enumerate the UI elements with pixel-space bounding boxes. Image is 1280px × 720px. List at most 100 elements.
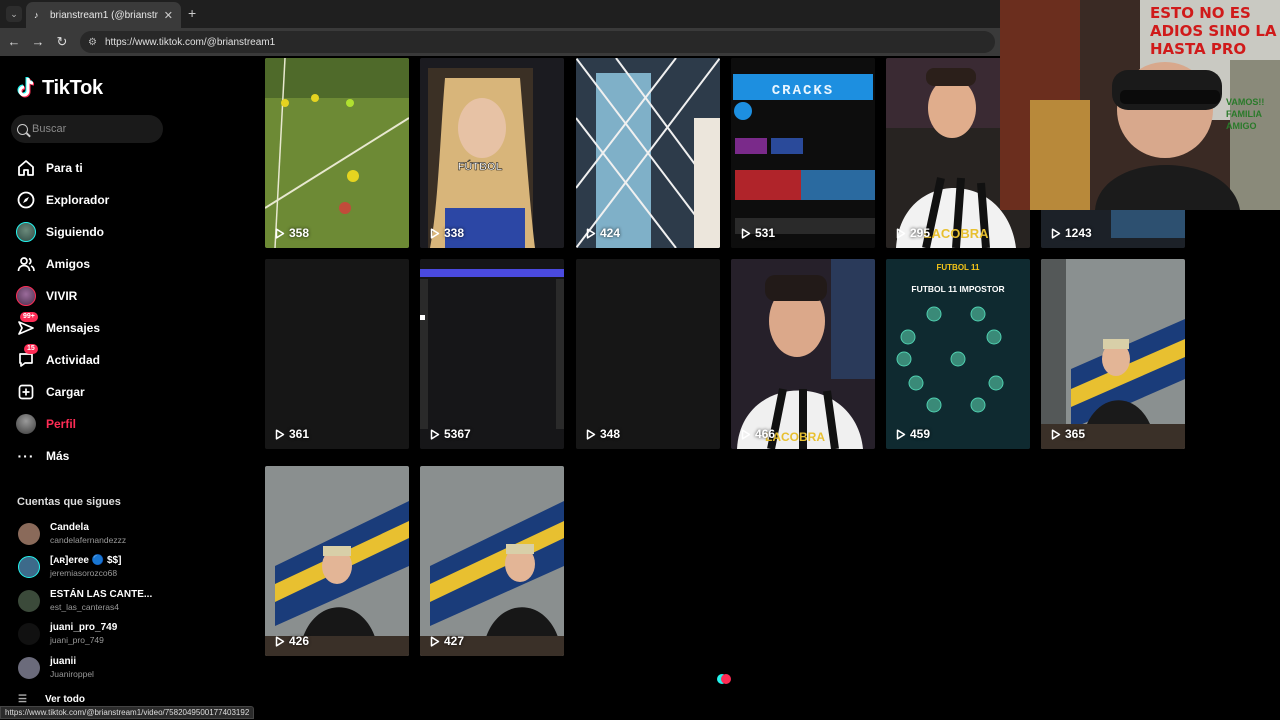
menu-label: Perfil: [46, 417, 77, 431]
tab-title: brianstream1 (@brianstream1) |: [50, 9, 158, 21]
tiktok-logo[interactable]: TikTok: [16, 76, 103, 100]
video-cover: [265, 259, 409, 449]
view-count: 365: [1051, 427, 1085, 441]
following-account[interactable]: Candela candelafernandezzz: [18, 520, 228, 548]
menu-item-mas[interactable]: ··· Más: [16, 444, 216, 468]
menu-item-actividad[interactable]: 15 Actividad: [16, 344, 216, 372]
following-account[interactable]: ESTÁN LAS CANTE... est_las_canteras4: [18, 587, 228, 615]
compass-icon: [16, 190, 36, 210]
view-count: 1243: [1051, 226, 1092, 240]
view-count-value: 361: [289, 427, 310, 441]
home-icon: [16, 158, 36, 178]
menu-item-explorador[interactable]: Explorador: [16, 188, 216, 212]
list-icon: ☰: [18, 694, 27, 705]
following-account[interactable]: juani_pro_749 juani_pro_749: [18, 620, 228, 648]
video-thumbnail[interactable]: 358: [265, 58, 409, 248]
live-icon: [16, 286, 36, 306]
video-thumbnail[interactable]: CRACKS 531: [731, 58, 875, 248]
activity-icon: 15: [16, 344, 38, 370]
play-icon: [275, 635, 285, 647]
avatar: [18, 623, 40, 645]
tiktok-favicon-icon: ♪: [34, 10, 39, 20]
video-thumbnail[interactable]: FÚTBOL 338: [420, 58, 564, 248]
video-thumbnail[interactable]: 5367: [420, 259, 564, 449]
play-icon: [430, 635, 440, 647]
video-thumbnail[interactable]: FUTBOL 11 FUTBOL 11 IMPOSTOR 459: [886, 259, 1030, 449]
site-settings-icon[interactable]: ⚙: [88, 37, 97, 48]
menu-label: VIVIR: [46, 289, 78, 303]
address-url: https://www.tiktok.com/@brianstream1: [104, 36, 276, 48]
account-name: juanii: [50, 656, 77, 667]
view-count: 348: [586, 427, 620, 441]
view-count-value: 348: [600, 427, 621, 441]
account-handle: candelafernandezzz: [50, 535, 127, 545]
loading-spinner-icon: [717, 674, 731, 684]
video-cover: [265, 58, 409, 248]
video-thumbnail[interactable]: 427: [420, 466, 564, 656]
menu-item-siguiendo[interactable]: Siguiendo: [16, 220, 216, 244]
forward-icon[interactable]: →: [30, 34, 46, 50]
menu-item-para-ti[interactable]: Para ti: [16, 156, 216, 180]
video-thumbnail[interactable]: 361: [265, 259, 409, 449]
view-count-value: 426: [289, 634, 310, 648]
play-icon: [1051, 428, 1061, 440]
account-handle: juani_pro_749: [50, 635, 104, 645]
menu-item-vivir[interactable]: VIVIR: [16, 284, 216, 308]
following-account[interactable]: [ᴀʀ]eree 🔵 $$] jeremiasorozco68: [18, 553, 228, 581]
svg-text:FUTBOL 11 IMPOSTOR: FUTBOL 11 IMPOSTOR: [911, 284, 1004, 294]
friends-icon: [16, 254, 36, 274]
browser-tabstrip: ⌄ ♪ brianstream1 (@brianstream1) | ✕ +: [0, 0, 1000, 28]
view-count: 295: [896, 226, 930, 240]
tab-search-chevron-icon[interactable]: ⌄: [6, 6, 22, 22]
address-bar[interactable]: ⚙ https://www.tiktok.com/@brianstream1: [80, 31, 995, 53]
svg-text:LACOBRA: LACOBRA: [924, 226, 990, 241]
new-tab-icon[interactable]: +: [188, 6, 196, 20]
view-count: 361: [275, 427, 309, 441]
play-icon: [275, 428, 285, 440]
view-count: 531: [741, 226, 775, 240]
view-count: 424: [586, 226, 620, 240]
play-icon: [896, 428, 906, 440]
menu-label: Más: [46, 449, 70, 463]
play-icon: [741, 428, 751, 440]
play-icon: [896, 227, 906, 239]
video-cover: FUTBOL 11 FUTBOL 11 IMPOSTOR: [886, 259, 1030, 449]
tiktok-logo-icon: [16, 76, 38, 100]
menu-item-amigos[interactable]: Amigos: [16, 252, 216, 276]
video-cover: [420, 466, 564, 656]
search-icon: [17, 123, 28, 135]
svg-text:FÚTBOL: FÚTBOL: [458, 160, 503, 173]
back-icon[interactable]: ←: [6, 34, 22, 50]
avatar: [18, 556, 40, 578]
video-thumbnail[interactable]: 426: [265, 466, 409, 656]
menu-item-mensajes[interactable]: 99+ Mensajes: [16, 312, 216, 340]
search-box[interactable]: [11, 115, 163, 143]
see-all-link[interactable]: ☰ Ver todo: [18, 694, 85, 705]
account-name: Candela: [50, 522, 89, 533]
video-cover: FÚTBOL: [420, 58, 564, 248]
view-count-value: 365: [1065, 427, 1086, 441]
video-cover: LACOBRA: [731, 259, 875, 449]
view-count-value: 5367: [444, 427, 471, 441]
avatar: [18, 523, 40, 545]
menu-item-cargar[interactable]: Cargar: [16, 380, 216, 404]
messages-badge: 99+: [20, 312, 38, 322]
view-count-value: 531: [755, 226, 776, 240]
browser-tab[interactable]: ♪ brianstream1 (@brianstream1) | ✕: [26, 2, 181, 28]
video-thumbnail[interactable]: LACOBRA 466: [731, 259, 875, 449]
browser-toolbar: ← → ↻ ⚙ https://www.tiktok.com/@brianstr…: [0, 28, 1000, 56]
video-thumbnail[interactable]: 365: [1041, 259, 1185, 449]
search-input[interactable]: [32, 123, 152, 135]
menu-item-perfil[interactable]: Perfil: [16, 412, 216, 436]
view-count: 427: [430, 634, 464, 648]
reload-icon[interactable]: ↻: [54, 34, 70, 50]
video-thumbnail[interactable]: 348: [576, 259, 720, 449]
webcam-banner: ESTO NO ES ADIOS SINO LA HASTA PRO: [1150, 4, 1277, 58]
avatar: [18, 657, 40, 679]
video-thumbnail[interactable]: 424: [576, 58, 720, 248]
following-account[interactable]: juanii Juaniroppel: [18, 654, 228, 682]
tab-close-icon[interactable]: ✕: [164, 9, 173, 22]
video-cover: [576, 58, 720, 248]
view-count: 459: [896, 427, 930, 441]
menu-label: Mensajes: [46, 321, 101, 335]
